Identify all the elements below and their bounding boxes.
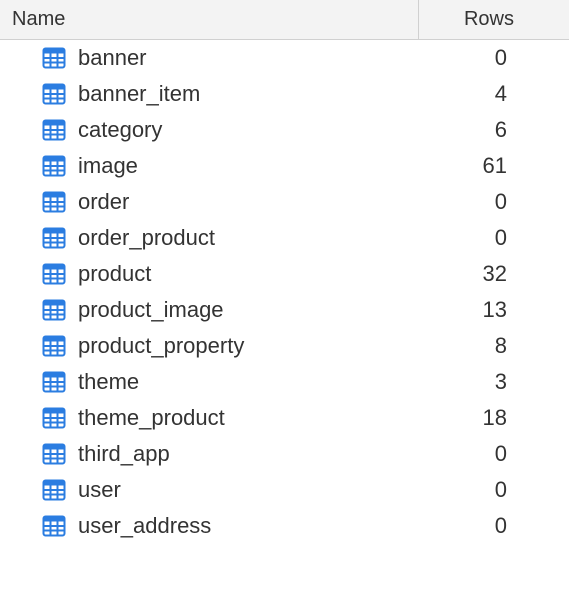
table-row-count: 3 [419, 369, 569, 395]
table-row-count: 6 [419, 117, 569, 143]
table-row-count: 0 [419, 441, 569, 467]
table-row-count: 8 [419, 333, 569, 359]
table-name: banner [68, 45, 419, 71]
table-row-count: 0 [419, 225, 569, 251]
table-header-row: Name Rows [0, 0, 569, 40]
table-icon [40, 478, 68, 502]
table-name: product_property [68, 333, 419, 359]
table-name: third_app [68, 441, 419, 467]
table-icon [40, 226, 68, 250]
table-row[interactable]: order0 [0, 184, 569, 220]
table-row-count: 4 [419, 81, 569, 107]
table-icon [40, 370, 68, 394]
table-name: order_product [68, 225, 419, 251]
table-name: banner_item [68, 81, 419, 107]
table-row[interactable]: image61 [0, 148, 569, 184]
table-name: theme [68, 369, 419, 395]
table-row-count: 61 [419, 153, 569, 179]
table-name: order [68, 189, 419, 215]
table-row[interactable]: banner0 [0, 40, 569, 76]
table-name: category [68, 117, 419, 143]
table-name: image [68, 153, 419, 179]
table-name: user_address [68, 513, 419, 539]
table-row[interactable]: order_product0 [0, 220, 569, 256]
table-row-count: 0 [419, 189, 569, 215]
table-row[interactable]: product_image13 [0, 292, 569, 328]
table-icon [40, 298, 68, 322]
table-icon [40, 262, 68, 286]
table-row[interactable]: product32 [0, 256, 569, 292]
table-row-count: 0 [419, 45, 569, 71]
table-icon [40, 46, 68, 70]
table-row-count: 13 [419, 297, 569, 323]
table-row-count: 32 [419, 261, 569, 287]
database-tables-list: Name Rows banner0 banner_item4 category6… [0, 0, 569, 544]
table-row[interactable]: third_app0 [0, 436, 569, 472]
column-header-rows[interactable]: Rows [419, 0, 569, 39]
table-row[interactable]: category6 [0, 112, 569, 148]
table-icon [40, 154, 68, 178]
table-name: user [68, 477, 419, 503]
table-name: product [68, 261, 419, 287]
table-icon [40, 334, 68, 358]
table-name: theme_product [68, 405, 419, 431]
table-row[interactable]: product_property8 [0, 328, 569, 364]
table-row[interactable]: theme3 [0, 364, 569, 400]
column-header-name[interactable]: Name [0, 0, 419, 39]
table-icon [40, 190, 68, 214]
table-row[interactable]: user0 [0, 472, 569, 508]
table-row[interactable]: banner_item4 [0, 76, 569, 112]
table-icon [40, 82, 68, 106]
table-icon [40, 442, 68, 466]
table-row-count: 0 [419, 513, 569, 539]
table-row-count: 0 [419, 477, 569, 503]
table-icon [40, 118, 68, 142]
table-row-count: 18 [419, 405, 569, 431]
table-name: product_image [68, 297, 419, 323]
table-row[interactable]: user_address0 [0, 508, 569, 544]
table-row[interactable]: theme_product18 [0, 400, 569, 436]
table-icon [40, 514, 68, 538]
table-icon [40, 406, 68, 430]
